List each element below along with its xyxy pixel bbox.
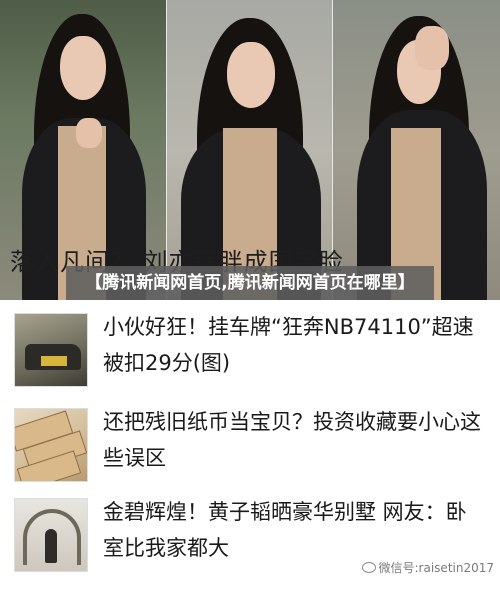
watermark: 微信号:raisetin2017: [361, 559, 494, 576]
news-item-old-banknotes[interactable]: 还把残旧纸币当宝贝？投资收藏要小心这些误区: [0, 400, 500, 488]
news-thumbnail[interactable]: [14, 313, 88, 387]
news-item-license-plate[interactable]: 小伙好狂！挂车牌“狂奔NB74110”超速被扣29分(图): [0, 305, 500, 393]
news-title[interactable]: 小伙好狂！挂车牌“狂奔NB74110”超速被扣29分(图): [103, 309, 483, 381]
photo-panel-3: [333, 0, 500, 300]
news-list: 小伙好狂！挂车牌“狂奔NB74110”超速被扣29分(图) 还把残旧纸币当宝贝？…: [0, 300, 500, 590]
wechat-icon: [361, 562, 376, 573]
person-image: [45, 529, 57, 563]
news-title[interactable]: 金碧辉煌！黄子韬晒豪华别墅 网友：卧室比我家都大: [103, 494, 483, 566]
watermark-text: 微信号:raisetin2017: [378, 561, 494, 575]
license-plate-image: [41, 356, 67, 366]
news-thumbnail[interactable]: [14, 408, 88, 482]
news-title[interactable]: 还把残旧纸币当宝贝？投资收藏要小心这些误区: [103, 404, 483, 476]
hero-image: 落入凡间？ 刘亦菲胖成国字脸: [0, 0, 500, 300]
news-thumbnail[interactable]: [14, 498, 88, 572]
